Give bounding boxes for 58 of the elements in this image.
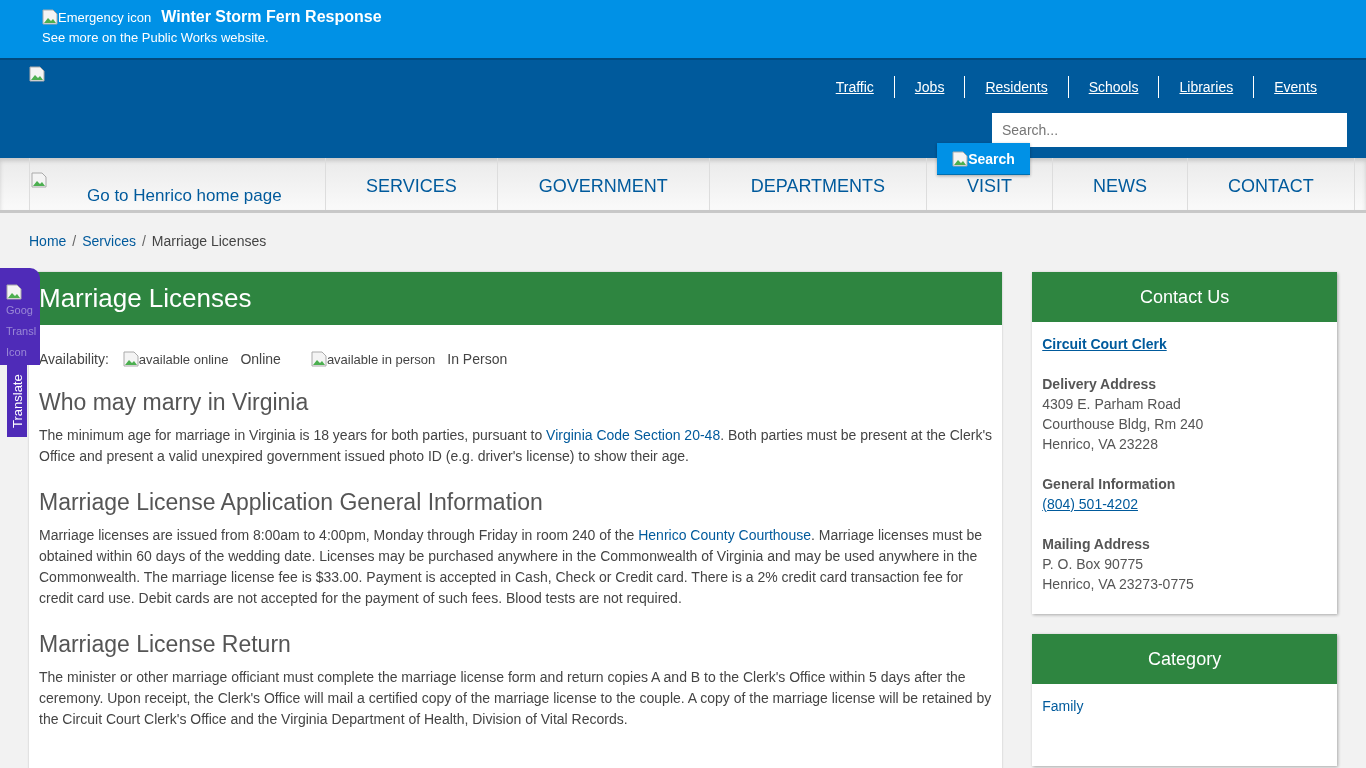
breadcrumb-link[interactable]: Services [82, 233, 136, 269]
header-link[interactable]: Libraries [1159, 79, 1254, 95]
category-link[interactable]: Family [1042, 696, 1084, 746]
broken-image-icon [42, 9, 58, 25]
image-alt-text: available online [122, 351, 229, 367]
availability-option: In Person [447, 351, 508, 367]
broken-image-icon [31, 172, 47, 188]
nav-item[interactable]: SERVICES [366, 176, 457, 196]
nav-item[interactable]: VISIT [967, 176, 1013, 196]
card-title: Category [1032, 634, 1337, 684]
phone-link[interactable]: (804) 501-4202 [1042, 496, 1138, 512]
header-link[interactable]: Schools [1068, 79, 1159, 95]
breadcrumb-current: Marriage Licenses [151, 233, 267, 251]
address-line: Henrico, VA 23228 [1042, 435, 1159, 454]
address-line: Henrico, VA 23273-0775 [1042, 575, 1195, 594]
translate-tab[interactable]: Translate [7, 365, 27, 437]
header-link[interactable]: Jobs [894, 79, 965, 95]
paragraph: The minimum age for marriage in Virginia is 18 years for both parties, pursuant to Virginia Code Section 20-48. Both parties must be present at the Clerk's Office and present a valid unexpired government issued photo ID (e.g. driver's license) to show their age. [39, 426, 993, 466]
nav-item[interactable]: NEWS [1093, 176, 1148, 196]
text-link[interactable]: Henrico County Courthouse [638, 527, 811, 543]
broken-image-icon [122, 351, 139, 367]
contact-label: General Information [1042, 475, 1177, 494]
paragraph: Marriage licenses are issued from 8:00am to 4:00pm, Monday through Friday in room 240 of the Henrico County Courthouse. Marriage licenses must be obtained within 60 days of the wedding date. Licenses may be purchased anywhere in the Commonwealth of Virginia and may be used anywhere in the Commonwealth. The marriage license fee is $33.00. Payment is accepted in Cash, Check or Credit card. There is a 2% credit card transaction fee for credit card use. Debit cards are not accepted for the payment of such fees. Blood tests are not required. [39, 526, 984, 608]
broken-image-icon [310, 351, 327, 367]
nav-item[interactable]: DEPARTMENTS [750, 176, 886, 196]
search-field[interactable]: Search... [992, 113, 1347, 147]
address-line: P. O. Box 90775 [1042, 555, 1145, 574]
home-link[interactable]: Go to Henrico home page [29, 158, 326, 210]
image-alt-text: Emergency icon [42, 9, 152, 25]
broken-image-icon [6, 284, 22, 300]
address-line: Courthouse Bldg, Rm 240 [1042, 415, 1205, 434]
header-link[interactable]: Residents [965, 79, 1068, 95]
section-heading: Who may marry in Virginia [39, 389, 310, 416]
alert-link[interactable]: See more on the Public Works website. [42, 30, 269, 45]
breadcrumb-link[interactable]: Home [29, 233, 67, 269]
header-link[interactable]: Traffic [815, 79, 894, 95]
breadcrumb-separator: / [141, 233, 146, 251]
contact-label: Delivery Address [1042, 375, 1158, 394]
alert-title[interactable]: Winter Storm Fern Response [161, 8, 382, 26]
section-heading: Marriage License Return [39, 631, 292, 658]
card-title: Contact Us [1032, 272, 1337, 322]
breadcrumb-separator: / [72, 233, 77, 251]
image-alt-text: available in person [310, 351, 436, 367]
availability-label: Availability: [39, 351, 109, 367]
broken-image-icon [29, 66, 45, 82]
broken-image-icon [952, 150, 969, 167]
paragraph: The minister or other marriage officiant must complete the marriage license form and return copies A and B to the Clerk's Office within 5 days after the ceremony. Upon receipt, the Clerk's Office will mail a certified copy of the marriage license to the couple. A copy of the marriage license will be retained by the Circuit Court Clerk's Office and the Virginia Department of Health, Division of Vital Records. [39, 668, 993, 729]
office-link[interactable]: Circuit Court Clerk [1042, 336, 1167, 352]
image-alt-text: Icon [6, 345, 28, 360]
nav-item[interactable]: GOVERNMENT [538, 176, 668, 196]
availability-option: Online [240, 351, 281, 367]
address-line: 4309 E. Parham Road [1042, 395, 1182, 414]
contact-label: Mailing Address [1042, 535, 1151, 554]
search-button[interactable]: Search [937, 143, 1030, 175]
section-heading: Marriage License Application General Information [39, 489, 544, 516]
header-link[interactable]: Events [1254, 79, 1317, 95]
nav-item[interactable]: CONTACT [1228, 176, 1314, 196]
image-alt-text: Transl [6, 324, 38, 339]
